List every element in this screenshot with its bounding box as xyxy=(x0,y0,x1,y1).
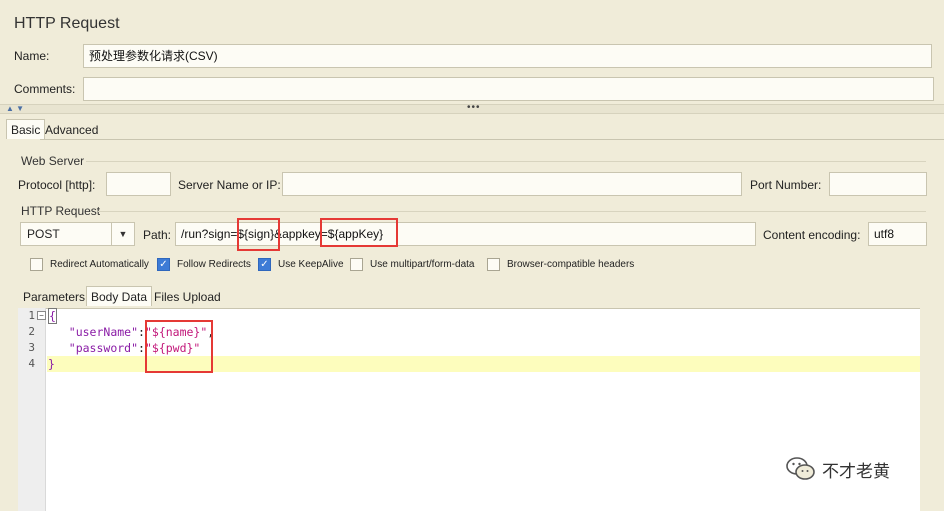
check-icon[interactable]: ✓ xyxy=(258,258,271,271)
checkbox-label: Follow Redirects xyxy=(177,259,251,270)
drag-handle-icon[interactable]: ••• xyxy=(467,103,481,113)
use-keepalive-checkbox[interactable]: ✓ Use KeepAlive xyxy=(258,258,344,271)
redirect-automatically-checkbox[interactable]: Redirect Automatically xyxy=(30,258,149,271)
checkbox-box[interactable] xyxy=(350,258,363,271)
watermark-text: 不才老黄 xyxy=(822,461,890,481)
page-title: HTTP Request xyxy=(14,15,120,32)
port-number-input[interactable] xyxy=(829,172,927,196)
tab-parameters[interactable]: Parameters xyxy=(19,287,89,307)
code-line-1: { xyxy=(48,308,57,324)
checkbox-box[interactable] xyxy=(30,258,43,271)
json-key-password: "password" xyxy=(68,341,139,355)
tab-files-upload[interactable]: Files Upload xyxy=(150,287,225,307)
method-select[interactable]: POST ▼ xyxy=(20,222,135,246)
colon: : xyxy=(138,341,145,355)
tab-advanced[interactable]: Advanced xyxy=(41,120,102,140)
follow-redirects-checkbox[interactable]: ✓ Follow Redirects xyxy=(157,258,251,271)
watermark: 不才老黄 xyxy=(786,456,890,482)
browser-compatible-checkbox[interactable]: Browser-compatible headers xyxy=(487,258,634,271)
web-server-title: Web Server xyxy=(21,154,85,168)
http-request-rule xyxy=(98,211,926,212)
colon: : xyxy=(138,325,145,339)
checkbox-label: Use KeepAlive xyxy=(278,259,344,270)
chevron-down-icon[interactable]: ▼ xyxy=(111,223,134,245)
tab-body-data[interactable]: Body Data xyxy=(86,286,153,306)
use-multipart-checkbox[interactable]: Use multipart/form-data xyxy=(350,258,474,271)
fold-icon[interactable]: − xyxy=(37,311,46,320)
content-encoding-label: Content encoding: xyxy=(763,228,861,242)
checkbox-label: Redirect Automatically xyxy=(50,259,149,270)
wechat-icon xyxy=(786,457,815,480)
highlight-box-appkey xyxy=(320,218,398,247)
checkbox-box[interactable] xyxy=(487,258,500,271)
line-number: 4 xyxy=(28,357,35,370)
checkbox-label: Browser-compatible headers xyxy=(507,259,635,270)
http-request-title: HTTP Request xyxy=(21,204,101,218)
name-label: Name: xyxy=(14,49,50,63)
tab-basic[interactable]: Basic xyxy=(6,119,46,139)
code-line-4: } xyxy=(48,356,55,372)
comments-input[interactable] xyxy=(83,77,934,101)
checkbox-label: Use multipart/form-data xyxy=(370,259,475,270)
method-value: POST xyxy=(27,227,60,241)
collapse-arrows-icon[interactable]: ▲ ▼ xyxy=(6,104,24,114)
comments-label: Comments: xyxy=(14,82,76,96)
path-label: Path: xyxy=(143,228,172,242)
open-brace: { xyxy=(48,308,57,324)
protocol-input[interactable] xyxy=(106,172,171,196)
name-input[interactable]: 预处理参数化请求(CSV) xyxy=(83,44,932,68)
port-number-label: Port Number: xyxy=(750,178,822,192)
web-server-rule xyxy=(86,161,926,162)
line-number: 3 xyxy=(28,341,35,354)
highlight-box-sign xyxy=(237,218,280,251)
protocol-label: Protocol [http]: xyxy=(18,178,96,192)
content-encoding-input[interactable]: utf8 xyxy=(868,222,927,246)
check-icon[interactable]: ✓ xyxy=(157,258,170,271)
highlight-box-values xyxy=(145,320,213,373)
line-number: 2 xyxy=(28,325,35,338)
json-key-username: "userName" xyxy=(68,325,139,339)
close-brace: } xyxy=(48,357,55,371)
server-name-label: Server Name or IP: xyxy=(178,178,281,192)
line-number: 1 xyxy=(28,309,35,322)
server-name-input[interactable] xyxy=(282,172,742,196)
tabs-divider xyxy=(40,139,944,140)
